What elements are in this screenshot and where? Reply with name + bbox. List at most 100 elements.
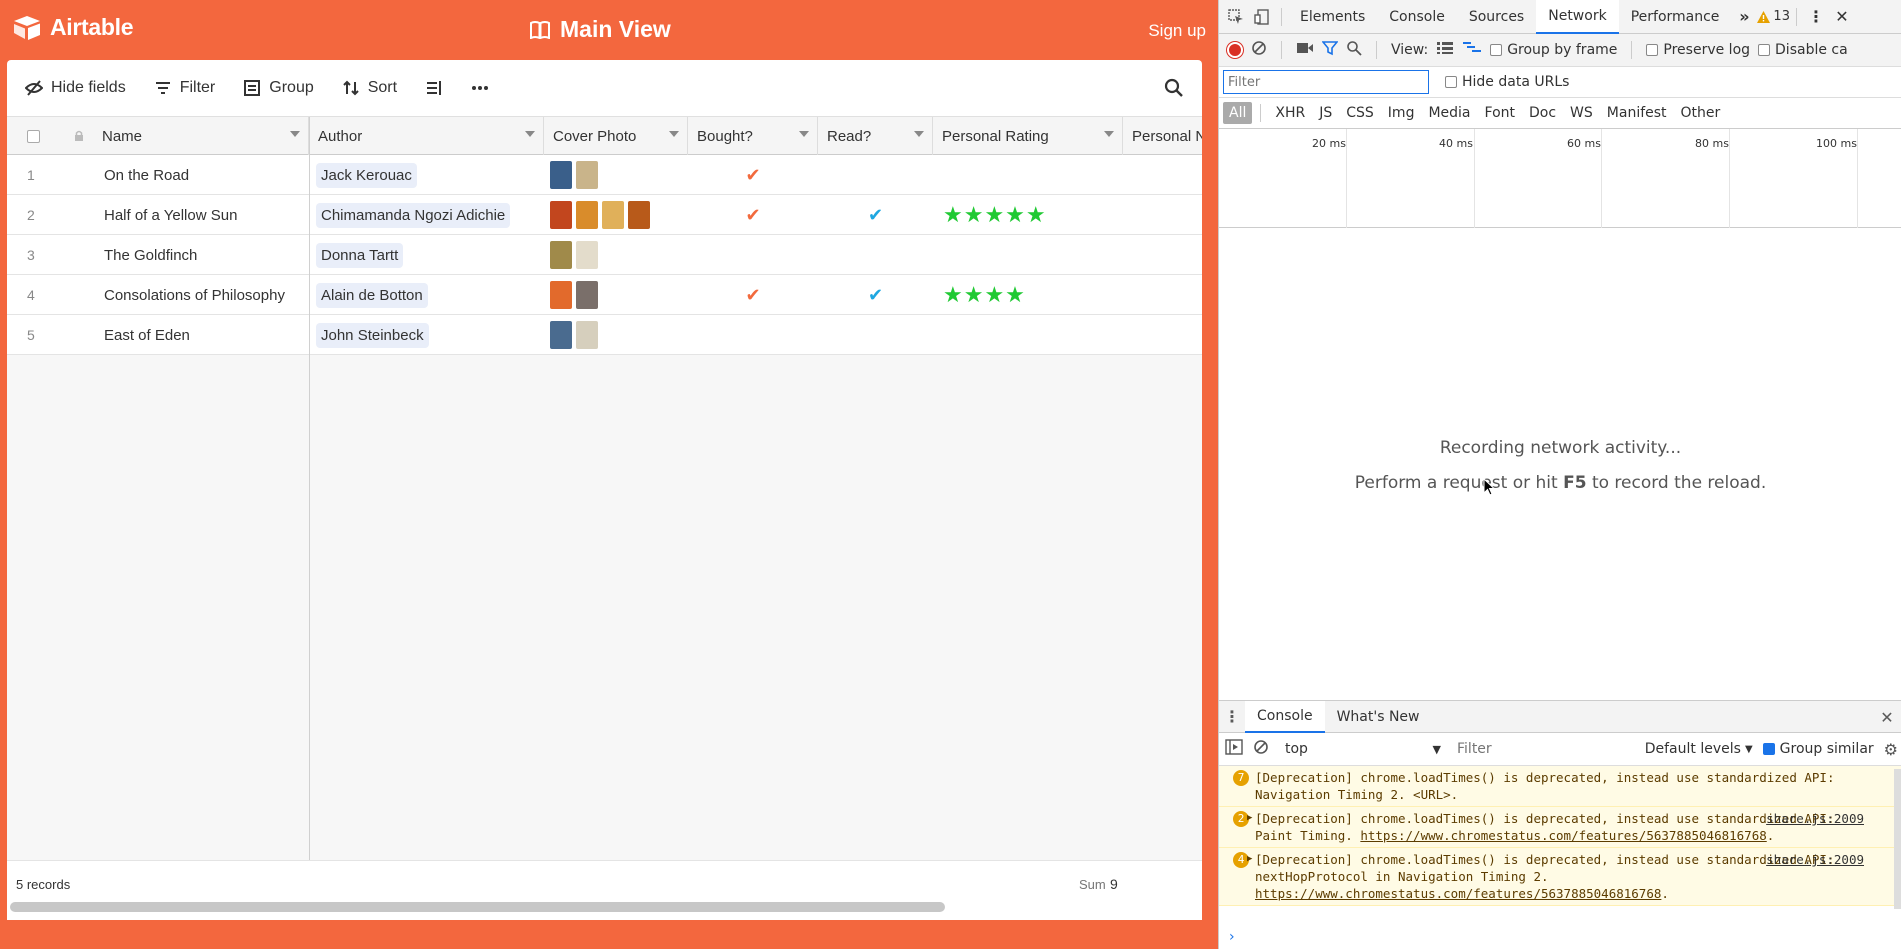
type-filter-ws[interactable]: WS — [1564, 102, 1599, 124]
bought-cell[interactable]: ✔ — [688, 275, 818, 315]
bought-cell[interactable] — [688, 315, 818, 355]
execution-context-select[interactable]: top ▼ — [1279, 738, 1447, 760]
tab-performance[interactable]: Performance — [1619, 0, 1732, 34]
notes-cell[interactable] — [1123, 195, 1202, 235]
cover-thumbnail[interactable] — [628, 201, 650, 229]
type-filter-manifest[interactable]: Manifest — [1601, 102, 1673, 124]
cover-thumbnail[interactable] — [550, 201, 572, 229]
inspect-element-button[interactable] — [1223, 4, 1249, 30]
message-link[interactable]: https://www.chromestatus.com/features/56… — [1360, 828, 1766, 843]
source-link[interactable]: share.js:2009 — [1766, 851, 1864, 868]
type-filter-img[interactable]: Img — [1382, 102, 1421, 124]
hide-fields-button[interactable]: Hide fields — [25, 70, 126, 106]
notes-cell[interactable] — [1123, 315, 1202, 355]
read-cell[interactable] — [818, 235, 933, 275]
author-cell[interactable]: Alain de Botton — [309, 275, 544, 315]
type-filter-js[interactable]: JS — [1313, 102, 1338, 124]
network-overview-timeline[interactable]: 20 ms 40 ms 60 ms 80 ms 100 ms — [1219, 129, 1901, 228]
cover-thumbnail[interactable] — [550, 161, 572, 189]
rating-cell[interactable]: ★★★★★ — [933, 195, 1123, 235]
table-row[interactable]: 1 On the Road Jack Kerouac ✔ — [7, 155, 1202, 195]
column-header-name[interactable]: Name — [93, 117, 309, 155]
filter-toggle-button[interactable] — [1321, 40, 1339, 60]
table-row[interactable]: 2 Half of a Yellow Sun Chimamanda Ngozi Ad… — [7, 195, 1202, 235]
close-drawer-button[interactable]: ✕ — [1874, 704, 1900, 730]
column-header-read[interactable]: Read? — [818, 117, 933, 155]
notes-cell[interactable] — [1123, 155, 1202, 195]
type-filter-xhr[interactable]: XHR — [1269, 102, 1311, 124]
horizontal-scrollbar[interactable] — [10, 902, 945, 912]
author-cell[interactable]: Chimamanda Ngozi Adichie — [309, 195, 544, 235]
column-header-cover-photo[interactable]: Cover Photo — [544, 117, 688, 155]
tab-network[interactable]: Network — [1536, 0, 1619, 34]
drawer-tab-whats-new[interactable]: What's New — [1325, 701, 1432, 733]
name-cell[interactable]: Half of a Yellow Sun — [93, 195, 309, 235]
bought-cell[interactable]: ✔ — [688, 195, 818, 235]
cover-thumbnail[interactable] — [602, 201, 624, 229]
search-button[interactable] — [1346, 40, 1362, 60]
sort-button[interactable]: Sort — [342, 70, 397, 106]
type-filter-font[interactable]: Font — [1479, 102, 1521, 124]
name-cell[interactable]: Consolations of Philosophy — [93, 275, 309, 315]
disable-cache-checkbox[interactable]: Disable ca — [1758, 42, 1848, 58]
large-rows-toggle[interactable] — [1436, 41, 1454, 59]
cover-thumbnail[interactable] — [550, 321, 572, 349]
view-title[interactable]: Main View — [530, 16, 671, 43]
console-warning-message[interactable]: 4 ▶ share.js:2009 [Deprecation] chrome.load… — [1219, 848, 1901, 906]
author-cell[interactable]: John Steinbeck — [309, 315, 544, 355]
console-sidebar-toggle[interactable] — [1225, 739, 1243, 759]
customize-menu-button[interactable]: ⋮ — [1803, 4, 1829, 30]
read-cell[interactable] — [818, 155, 933, 195]
console-scrollbar[interactable] — [1894, 769, 1901, 909]
author-cell[interactable]: Jack Kerouac — [309, 155, 544, 195]
table-row[interactable]: 5 East of Eden John Steinbeck — [7, 315, 1202, 355]
bought-cell[interactable]: ✔ — [688, 155, 818, 195]
type-filter-other[interactable]: Other — [1675, 102, 1727, 124]
notes-cell[interactable] — [1123, 235, 1202, 275]
rating-cell[interactable]: ★★★★ — [933, 275, 1123, 315]
clear-console-button[interactable] — [1253, 739, 1269, 759]
tab-sources[interactable]: Sources — [1457, 0, 1536, 34]
console-warning-message[interactable]: 7 [Deprecation] chrome.loadTimes() is dep… — [1219, 766, 1901, 807]
drawer-menu-button[interactable]: ⋮ — [1219, 704, 1245, 730]
capture-screenshots-button[interactable] — [1296, 41, 1314, 59]
type-filter-all[interactable]: All — [1223, 102, 1253, 124]
name-cell[interactable]: The Goldfinch — [93, 235, 309, 275]
group-button[interactable]: Group — [243, 70, 314, 106]
cover-photo-cell[interactable] — [544, 235, 688, 275]
tab-console[interactable]: Console — [1377, 0, 1457, 34]
expand-triangle-icon[interactable]: ▶ — [1247, 851, 1252, 868]
device-toolbar-button[interactable] — [1249, 4, 1275, 30]
table-row[interactable]: 4 Consolations of Philosophy Alain de Bott… — [7, 275, 1202, 315]
select-all-checkbox[interactable] — [7, 117, 53, 155]
close-devtools-button[interactable]: ✕ — [1829, 4, 1855, 30]
table-row[interactable]: 3 The Goldfinch Donna Tartt — [7, 235, 1202, 275]
source-link[interactable]: share.js:2009 — [1766, 810, 1864, 827]
cover-photo-cell[interactable] — [544, 275, 688, 315]
cover-thumbnail[interactable] — [576, 281, 598, 309]
column-header-bought[interactable]: Bought? — [688, 117, 818, 155]
type-filter-css[interactable]: CSS — [1340, 102, 1380, 124]
cover-photo-cell[interactable] — [544, 195, 688, 235]
console-warning-message[interactable]: 2 ▶ share.js:2009 [Deprecation] chrome.load… — [1219, 807, 1901, 848]
preserve-log-checkbox[interactable]: Preserve log — [1646, 42, 1750, 58]
column-header-author[interactable]: Author — [309, 117, 544, 155]
rating-cell[interactable] — [933, 315, 1123, 355]
cover-thumbnail[interactable] — [550, 241, 572, 269]
cover-photo-cell[interactable] — [544, 315, 688, 355]
console-filter-input[interactable] — [1457, 741, 1587, 757]
message-link[interactable]: https://www.chromestatus.com/features/56… — [1255, 886, 1661, 901]
overview-toggle[interactable] — [1462, 41, 1482, 59]
cover-thumbnail[interactable] — [576, 201, 598, 229]
tab-elements[interactable]: Elements — [1288, 0, 1377, 34]
row-height-button[interactable] — [425, 70, 443, 106]
type-filter-media[interactable]: Media — [1422, 102, 1476, 124]
clear-button[interactable] — [1251, 40, 1267, 60]
group-by-frame-checkbox[interactable]: Group by frame — [1490, 42, 1617, 58]
read-cell[interactable] — [818, 315, 933, 355]
read-cell[interactable]: ✔ — [818, 275, 933, 315]
column-header-personal-rating[interactable]: Personal Rating — [933, 117, 1123, 155]
name-cell[interactable]: On the Road — [93, 155, 309, 195]
author-pill[interactable]: Chimamanda Ngozi Adichie — [316, 202, 511, 228]
read-cell[interactable]: ✔ — [818, 195, 933, 235]
